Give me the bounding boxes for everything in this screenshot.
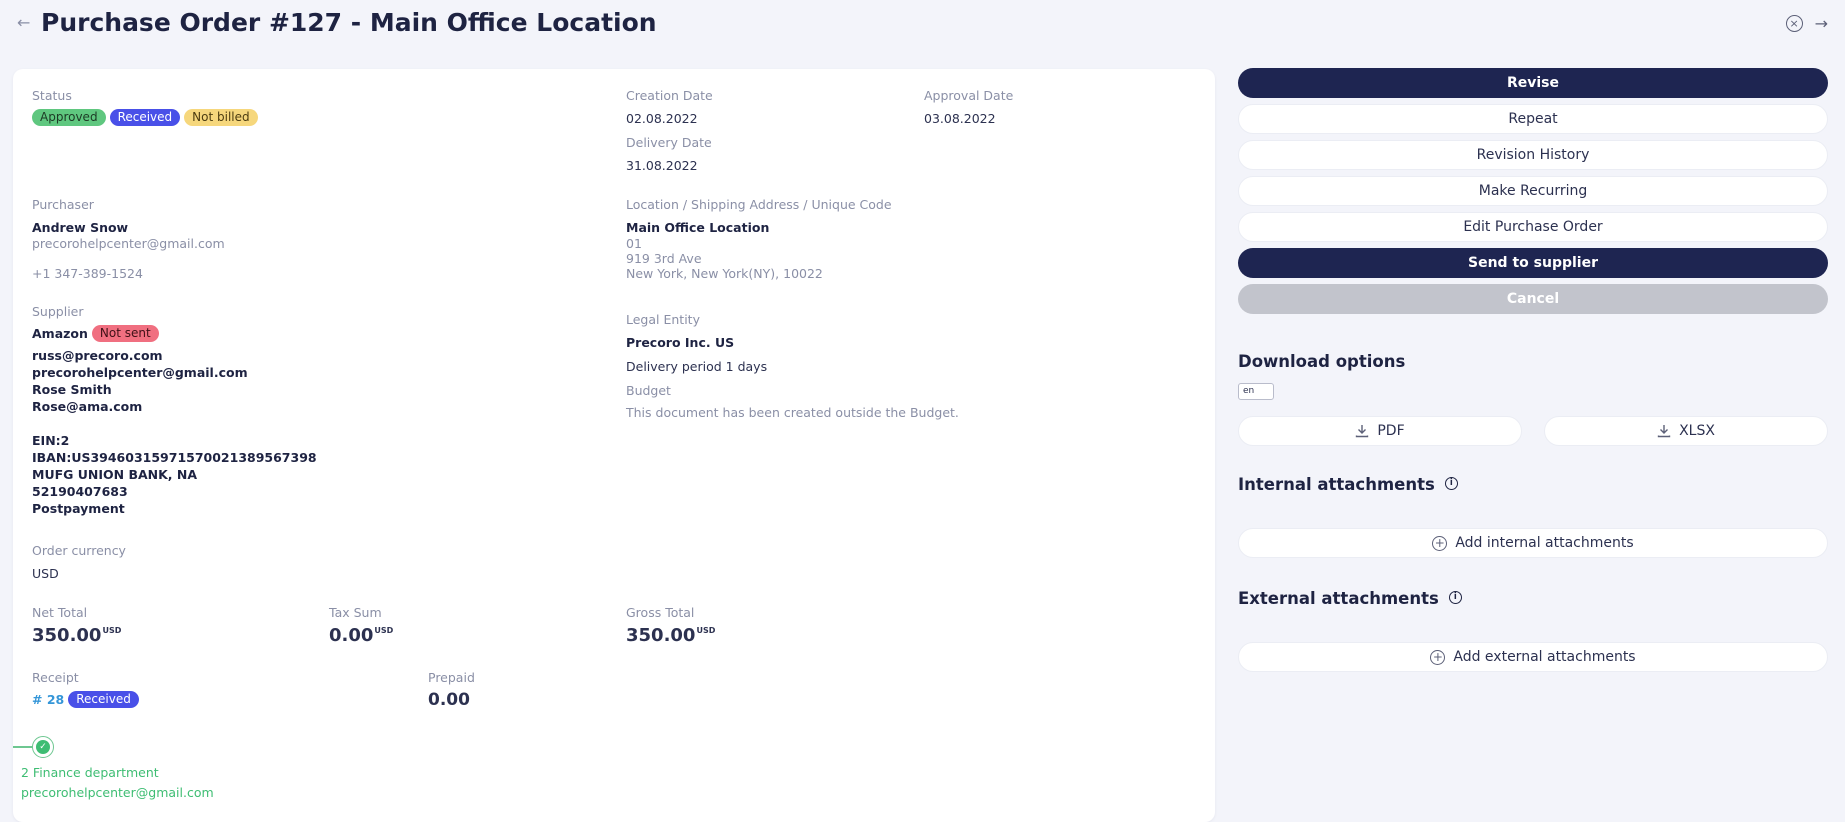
approval-step-name: 2 Finance department <box>21 765 159 780</box>
revise-button[interactable]: Revise <box>1238 68 1828 98</box>
revision-history-button[interactable]: Revision History <box>1238 140 1828 170</box>
budget-value: This document has been created outside t… <box>626 405 959 420</box>
top-right-icons: × → <box>1785 15 1828 32</box>
delivery-date-value: 31.08.2022 <box>626 158 698 173</box>
purchaser-email: precorohelpcenter@gmail.com <box>32 236 225 251</box>
approval-step-email: precorohelpcenter@gmail.com <box>21 785 214 800</box>
internal-attachments-heading: Internal attachments i <box>1238 475 1458 494</box>
gross-total-label: Gross Total <box>626 605 695 620</box>
location-code: 01 <box>626 236 642 251</box>
purchaser-name: Andrew Snow <box>32 220 129 235</box>
supplier-bank-line: 52190407683 <box>32 484 128 499</box>
timeline-step-marker: ✓ <box>32 736 54 758</box>
send-to-supplier-button[interactable]: Send to supplier <box>1238 248 1828 278</box>
supplier-line: Rose@ama.com <box>32 399 143 414</box>
xlsx-download-button[interactable]: XLSX <box>1544 416 1828 446</box>
circle-x-icon[interactable]: × <box>1785 15 1803 32</box>
location-city: New York, New York(NY), 10022 <box>626 266 823 281</box>
tax-sum-label: Tax Sum <box>329 605 382 620</box>
creation-date-label: Creation Date <box>626 88 713 103</box>
pdf-label: PDF <box>1377 423 1405 439</box>
supplier-bank-line: Postpayment <box>32 501 125 516</box>
plus-circle-icon: + <box>1430 649 1446 665</box>
gross-total-value: 350.00USD <box>626 625 716 646</box>
add-external-attachments-label: Add external attachments <box>1453 649 1636 665</box>
plus-circle-icon: + <box>1432 535 1448 551</box>
external-attachments-heading: External attachments i <box>1238 589 1462 608</box>
receipt-status-badge: Received <box>68 691 139 708</box>
supplier-label: Supplier <box>32 304 84 319</box>
supplier-line: russ@precoro.com <box>32 348 163 363</box>
top-bar: ← Purchase Order #127 - Main Office Loca… <box>0 0 1845 52</box>
repeat-button[interactable]: Repeat <box>1238 104 1828 134</box>
pdf-download-button[interactable]: PDF <box>1238 416 1522 446</box>
prepaid-value: 0.00 <box>428 690 470 710</box>
page-title: Purchase Order #127 - Main Office Locati… <box>41 8 657 37</box>
info-icon[interactable]: i <box>1448 591 1462 604</box>
supplier-name: Amazon <box>32 326 88 341</box>
arrow-right-icon[interactable]: → <box>1815 15 1828 32</box>
download-icon <box>1356 425 1369 438</box>
budget-label: Budget <box>626 383 671 398</box>
add-internal-attachments-button[interactable]: + Add internal attachments <box>1238 528 1828 558</box>
download-icon <box>1657 425 1671 438</box>
location-name: Main Office Location <box>626 220 770 235</box>
delivery-date-label: Delivery Date <box>626 135 712 150</box>
location-street: 919 3rd Ave <box>626 251 702 266</box>
arrow-left-icon[interactable]: ← <box>17 13 30 32</box>
net-total-value: 350.00USD <box>32 625 122 646</box>
cancel-button: Cancel <box>1238 284 1828 314</box>
external-attachments-title: External attachments <box>1238 589 1439 608</box>
status-label: Status <box>32 88 72 103</box>
tax-sum-value: 0.00USD <box>329 625 394 646</box>
supplier-bank-line: EIN:2 <box>32 433 70 448</box>
receipt-link[interactable]: # 28 <box>32 692 64 707</box>
status-badges: Approved Received Not billed <box>32 109 258 126</box>
receipt-row: # 28 Received <box>32 691 139 708</box>
info-icon[interactable]: i <box>1444 477 1458 490</box>
language-select[interactable]: en <box>1238 383 1274 400</box>
delivery-period: Delivery period 1 days <box>626 359 768 374</box>
net-total-label: Net Total <box>32 605 88 620</box>
status-badge-approved: Approved <box>32 109 106 126</box>
add-external-attachments-button[interactable]: + Add external attachments <box>1238 642 1828 672</box>
make-recurring-button[interactable]: Make Recurring <box>1238 176 1828 206</box>
download-options-heading: Download options <box>1238 352 1405 371</box>
supplier-status-badge: Not sent <box>91 325 159 342</box>
xlsx-label: XLSX <box>1679 423 1715 439</box>
supplier-name-row: Amazon Not sent <box>32 325 159 342</box>
prepaid-label: Prepaid <box>428 670 475 685</box>
add-internal-attachments-label: Add internal attachments <box>1455 535 1634 551</box>
creation-date-value: 02.08.2022 <box>626 111 698 126</box>
location-label: Location / Shipping Address / Unique Cod… <box>626 197 892 212</box>
supplier-bank-line: IBAN:US394603159715700213895673​98 <box>32 450 317 465</box>
currency-label: Order currency <box>32 543 126 558</box>
legal-entity-label: Legal Entity <box>626 312 700 327</box>
actions-panel: Revise Repeat Revision History Make Recu… <box>1238 68 1828 672</box>
legal-entity-value: Precoro Inc. US <box>626 335 735 350</box>
approval-date-value: 03.08.2022 <box>924 111 996 126</box>
purchaser-phone: +1 347-389-1524 <box>32 266 143 281</box>
purchaser-label: Purchaser <box>32 197 94 212</box>
checkmark-icon: ✓ <box>36 740 50 754</box>
supplier-line: precorohelpcenter@gmail.com <box>32 365 248 380</box>
download-options-title: Download options <box>1238 352 1406 371</box>
receipt-label: Receipt <box>32 670 79 685</box>
order-details-card: Status Approved Received Not billed Crea… <box>13 69 1215 822</box>
status-badge-received: Received <box>109 109 181 126</box>
status-badge-not-billed: Not billed <box>184 109 258 126</box>
timeline-line <box>13 746 33 748</box>
supplier-line: Rose Smith <box>32 382 112 397</box>
edit-purchase-order-button[interactable]: Edit Purchase Order <box>1238 212 1828 242</box>
supplier-bank-line: MUFG UNION BANK, NA <box>32 467 198 482</box>
currency-value: USD <box>32 566 59 581</box>
approval-date-label: Approval Date <box>924 88 1014 103</box>
internal-attachments-title: Internal attachments <box>1238 475 1435 494</box>
